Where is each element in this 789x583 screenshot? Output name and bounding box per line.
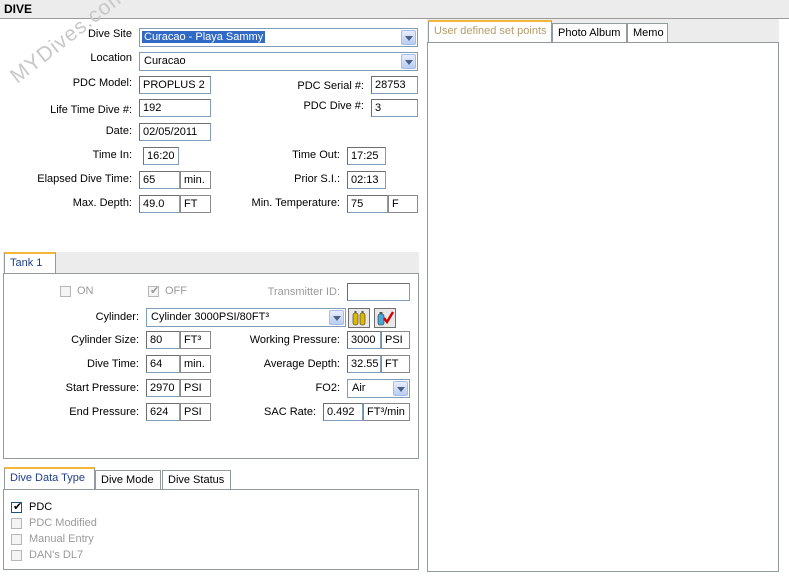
max-depth-label: Max. Depth: [72,197,132,209]
manual-entry-option-label: Manual Entry [29,533,94,545]
date-field[interactable]: 02/05/2011 [139,123,211,141]
dive-site-value: Curacao - Playa Sammy [142,31,266,43]
end-pressure-label: End Pressure: [69,406,139,418]
manual-entry-checkbox[interactable] [11,534,22,545]
date-label: Date: [105,125,132,137]
time-out-label: Time Out: [292,149,340,161]
pdc-modified-option-label: PDC Modified [29,517,97,529]
set-points-panel [427,42,779,572]
tank-check-icon [377,311,395,326]
end-pressure-field[interactable]: 624 [146,403,180,421]
cylinder-label: Cylinder: [95,311,139,323]
tab-dive-mode-label: Dive Mode [101,474,154,486]
sac-rate-field[interactable]: 0.492 [323,403,363,421]
average-depth-field[interactable]: 32.55 [347,355,381,373]
fo2-value: Air [352,382,366,394]
start-pressure-label: Start Pressure: [65,382,139,394]
tank-dive-time-unit: min. [180,355,211,373]
tab-memo-label: Memo [633,27,664,39]
pdc-option-label: PDC [29,501,53,513]
pdc-dive-label: PDC Dive #: [303,100,364,112]
tab-dive-data-type-label: Dive Data Type [10,472,86,484]
elapsed-time-unit: min. [180,171,211,189]
max-depth-field[interactable]: 49.0 [139,195,180,213]
lifetime-dive-field[interactable]: 192 [139,99,211,117]
dive-site-select[interactable]: Curacao - Playa Sammy [139,28,418,47]
checkmark-icon: ✔ [150,285,160,297]
max-depth-unit: FT [180,195,211,213]
average-depth-label: Average Depth: [263,358,340,370]
lifetime-dive-label: Life Time Dive #: [50,104,132,116]
time-out-field[interactable]: 17:25 [347,147,386,165]
tab-photo-album[interactable]: Photo Album [552,23,627,42]
sac-rate-unit: FT³/min [363,403,410,421]
tab-tank-1-label: Tank 1 [10,257,43,269]
tank-dive-time-field[interactable]: 64 [146,355,180,373]
pdc-model-field[interactable]: PROPLUS 2 [139,76,211,94]
location-label: Location [90,52,132,64]
cylinder-tanks-button[interactable] [348,308,370,328]
tank-tab-bar [3,252,419,274]
dropdown-arrow-icon[interactable] [401,54,416,69]
working-pressure-field[interactable]: 3000 [347,331,381,349]
tab-user-defined-set-points[interactable]: User defined set points [428,20,552,42]
tab-user-defined-set-points-label: User defined set points [434,25,547,37]
transmitter-id-field[interactable] [347,283,410,301]
prior-si-label: Prior S.I.: [294,173,340,185]
start-pressure-unit: PSI [180,379,211,397]
fo2-label: FO2: [315,382,340,394]
tab-tank-1[interactable]: Tank 1 [4,252,56,274]
prior-si-field[interactable]: 02:13 [347,171,386,189]
pdc-serial-field[interactable]: 28753 [371,76,418,94]
start-pressure-field[interactable]: 2970 [146,379,180,397]
pdc-model-label: PDC Model: [72,77,132,89]
elapsed-time-label: Elapsed Dive Time: [37,173,132,185]
tanks-icon [352,311,366,326]
cylinder-size-field[interactable]: 80 [146,331,180,349]
working-pressure-unit: PSI [381,331,410,349]
tab-dive-status[interactable]: Dive Status [162,470,231,489]
min-temp-label: Min. Temperature: [251,197,340,209]
dans-dl7-checkbox[interactable] [11,550,22,561]
elapsed-time-field[interactable]: 65 [139,171,180,189]
pdc-modified-checkbox[interactable] [11,518,22,529]
tab-dive-data-type[interactable]: Dive Data Type [4,467,95,489]
location-select[interactable]: Curacao [139,52,418,71]
tab-memo[interactable]: Memo [627,23,668,42]
min-temp-field[interactable]: 75 [347,195,388,213]
pdc-dive-field[interactable]: 3 [371,99,418,117]
cylinder-size-label: Cylinder Size: [71,334,139,346]
transmitter-id-label: Transmitter ID: [267,286,340,298]
cylinder-size-unit: FT³ [180,331,211,349]
cylinder-check-button[interactable] [374,308,396,328]
dropdown-arrow-icon[interactable] [401,30,416,45]
min-temp-unit: F [388,195,418,213]
tab-dive-mode[interactable]: Dive Mode [95,470,161,489]
tab-photo-album-label: Photo Album [558,27,621,39]
cylinder-select[interactable]: Cylinder 3000PSI/80FT³ [146,308,346,327]
tank-on-checkbox[interactable] [60,286,71,297]
dropdown-arrow-icon[interactable] [393,381,408,396]
sac-rate-label: SAC Rate: [264,406,316,418]
checkmark-icon: ✔ [13,501,23,513]
tank-on-label: ON [77,285,94,297]
tank-dive-time-label: Dive Time: [87,358,139,370]
pdc-checkbox[interactable]: ✔ [11,501,23,513]
cylinder-value: Cylinder 3000PSI/80FT³ [151,311,269,323]
fo2-select[interactable]: Air [347,379,410,398]
dive-site-label: Dive Site [87,28,132,40]
time-in-field[interactable]: 16:20 [143,147,179,165]
time-in-label: Time In: [92,149,132,161]
end-pressure-unit: PSI [180,403,211,421]
pdc-serial-label: PDC Serial #: [297,80,364,92]
section-title: DIVE [4,2,33,16]
location-value: Curacao [144,55,186,67]
tank-off-label: OFF [165,285,187,297]
dans-dl7-option-label: DAN's DL7 [29,549,84,561]
average-depth-unit: FT [381,355,410,373]
tank-off-checkbox[interactable]: ✔ [148,285,160,297]
dropdown-arrow-icon[interactable] [329,310,344,325]
tab-dive-status-label: Dive Status [168,474,225,486]
working-pressure-label: Working Pressure: [249,334,340,346]
